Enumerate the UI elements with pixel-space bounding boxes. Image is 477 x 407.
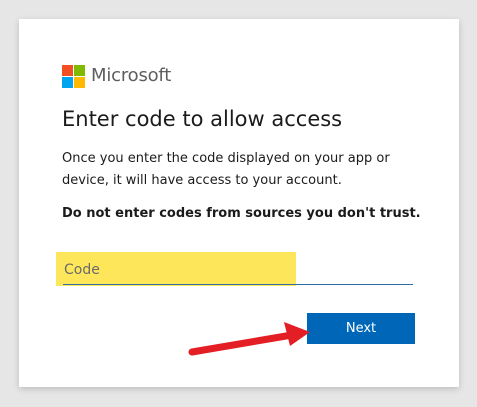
sign-in-card: Microsoft Enter code to allow access Onc… — [19, 19, 459, 387]
page-title: Enter code to allow access — [62, 107, 343, 131]
logo-yellow-square — [74, 76, 85, 88]
logo-blue-square — [62, 76, 73, 88]
microsoft-logo-icon — [62, 64, 85, 88]
description-text: Once you enter the code displayed on you… — [62, 151, 390, 188]
code-input[interactable] — [63, 255, 413, 285]
next-button[interactable]: Next — [307, 313, 415, 344]
security-warning: Do not enter codes from sources you don'… — [62, 206, 421, 221]
logo-red-square — [62, 64, 73, 76]
logo-green-square — [74, 64, 85, 76]
brand-name: Microsoft — [91, 65, 172, 86]
microsoft-brand: Microsoft — [62, 64, 171, 88]
